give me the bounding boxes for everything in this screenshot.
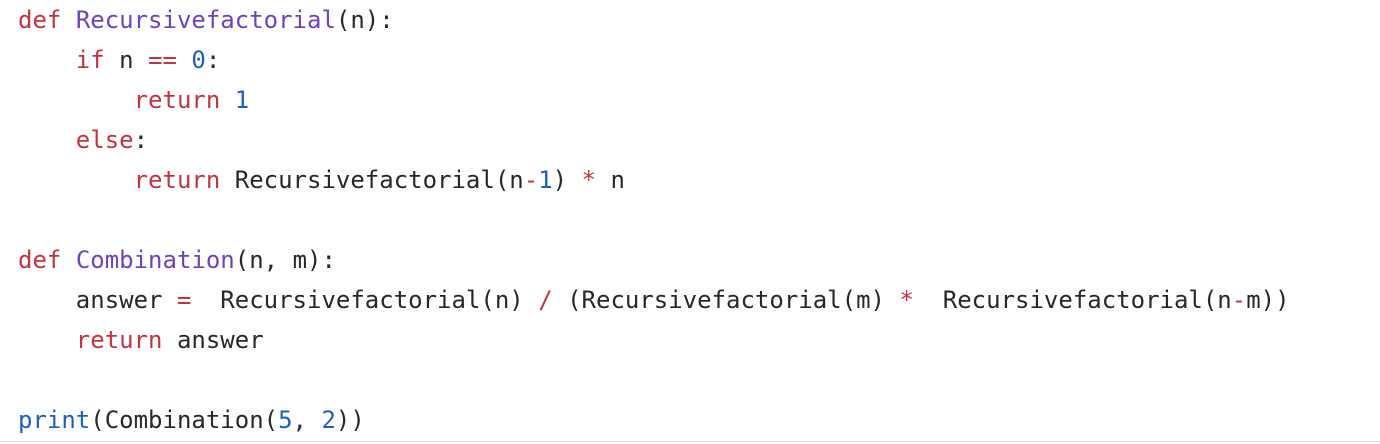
code-token-builtin: print (18, 406, 91, 434)
code-line: return Recursivefactorial(n-1) * n (18, 160, 1380, 200)
code-token-plain: (Recursivefactorial(m) (552, 286, 900, 314)
code-token-kw: else (75, 126, 134, 154)
code-line: else: (18, 120, 1380, 160)
bottom-divider (0, 441, 1380, 442)
code-line: print(Combination(5, 2)) (18, 400, 1380, 440)
code-token-fn: Recursivefactorial (75, 6, 336, 34)
code-token-plain: (Combination( (90, 406, 279, 434)
code-line: def Recursivefactorial(n): (18, 0, 1380, 40)
code-token-plain: m)) (1246, 286, 1290, 314)
code-token-op: * (581, 166, 596, 194)
code-token-kw: return (133, 166, 221, 194)
code-token-kw: def (18, 6, 62, 34)
code-token-op: == (148, 46, 177, 74)
code-line: answer = Recursivefactorial(n) / (Recurs… (18, 280, 1380, 320)
code-token-op: - (523, 166, 539, 194)
code-lines: def Recursivefactorial(n): if n == 0: re… (18, 0, 1380, 440)
code-view: def Recursivefactorial(n): if n == 0: re… (0, 0, 1380, 444)
code-token-plain: ) (552, 166, 582, 194)
code-token-kw: return (75, 326, 163, 354)
code-token-op: / (538, 286, 553, 314)
code-token-op: = (176, 286, 192, 314)
code-token-plain: (n, m): (234, 246, 336, 274)
code-token-plain: answer (162, 326, 264, 354)
code-token-plain: : (133, 126, 149, 154)
code-line: if n == 0: (18, 40, 1380, 80)
code-token-op: * (899, 286, 914, 314)
code-token-num: 5 (278, 406, 293, 434)
code-token-plain: n (104, 46, 149, 74)
code-token-plain: Recursivefactorial(n) (191, 286, 539, 314)
code-token-num: 1 (538, 166, 553, 194)
code-line: def Combination(n, m): (18, 240, 1380, 280)
code-token-kw: return (133, 86, 221, 114)
code-token-plain: answer (18, 286, 177, 314)
code-token-plain: Recursivefactorial(n (913, 286, 1232, 314)
code-token-kw: if (75, 46, 105, 74)
code-token-plain: (n): (335, 6, 394, 34)
code-token-op: - (1231, 286, 1247, 314)
code-token-plain: Recursivefactorial(n (220, 166, 524, 194)
code-line: return 1 (18, 80, 1380, 120)
code-token-num: 0 (191, 46, 206, 74)
code-line: return answer (18, 320, 1380, 360)
code-token-num: 1 (234, 86, 250, 114)
code-token-num: 2 (321, 406, 336, 434)
code-token-plain: )) (335, 406, 365, 434)
code-token-fn: Combination (75, 246, 235, 274)
code-token-plain: : (205, 46, 221, 74)
code-token-plain: n (596, 166, 625, 194)
code-token-kw: def (18, 246, 62, 274)
code-token-plain: , (292, 406, 322, 434)
